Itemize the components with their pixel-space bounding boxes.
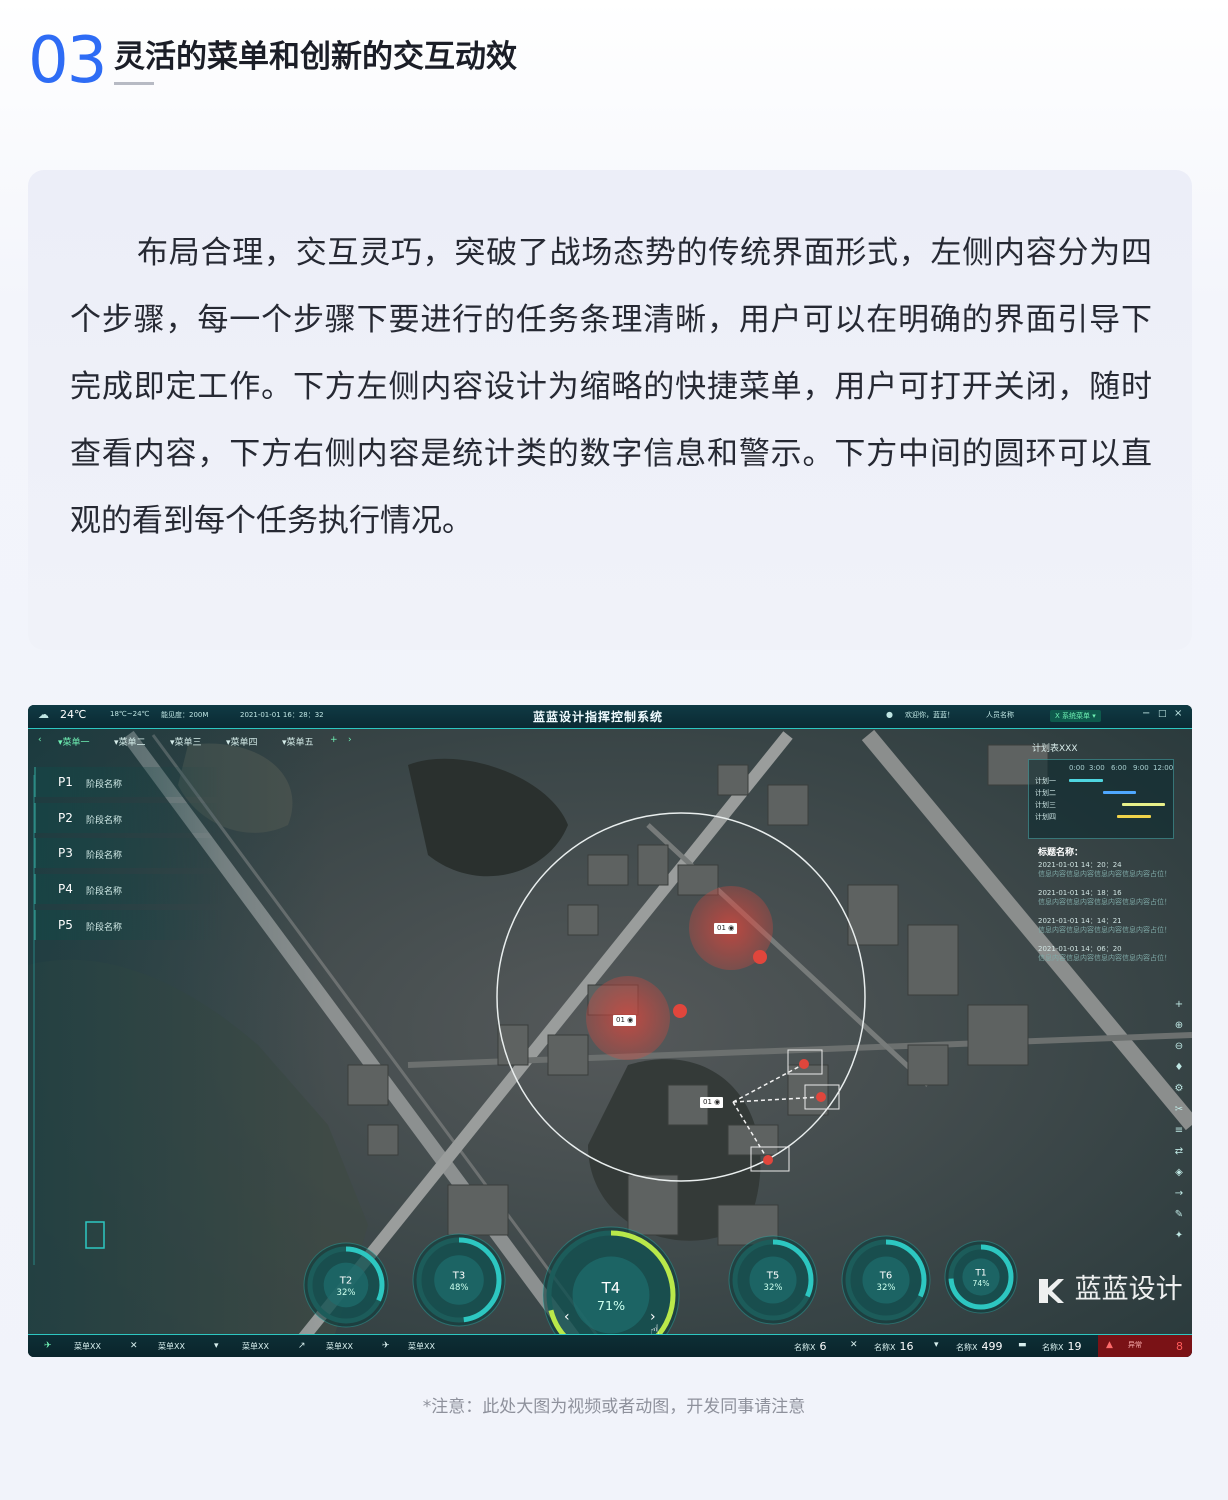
stat-item: 名称X 19 <box>1042 1340 1082 1353</box>
task-ring-t6[interactable]: T632% <box>841 1235 931 1325</box>
task-name: T3 <box>452 1271 465 1282</box>
bottom-bar: ✈ 菜单XX ✕ 菜单XX ▾ 菜单XX ↗ 菜单XX ✈ 菜单XX 名称X 6 … <box>28 1334 1192 1357</box>
task-percent: 32% <box>764 1283 783 1293</box>
task-ring-t3[interactable]: T348% <box>412 1233 506 1327</box>
task-name: T5 <box>766 1271 779 1282</box>
task-name: T1 <box>974 1269 986 1279</box>
task-progress-rings: T232%T348% T471%T532%T632%T174% <box>303 1226 1018 1357</box>
rocket-icon[interactable]: ↗ <box>298 1341 306 1351</box>
task-name: T6 <box>879 1271 892 1282</box>
task-percent: 48% <box>450 1283 469 1293</box>
task-percent: 71% <box>597 1299 625 1314</box>
section-number: 03 <box>28 24 107 98</box>
truck-icon: ▬ <box>1018 1340 1027 1350</box>
task-percent: 32% <box>877 1283 896 1293</box>
task-name: T2 <box>339 1276 352 1287</box>
stat-item: 名称X 16 <box>874 1340 914 1353</box>
warning-icon: ▲ <box>1106 1340 1113 1350</box>
description-card: 布局合理，交互灵巧，突破了战场态势的传统界面形式，左侧内容分为四个步骤，每一个步… <box>28 170 1192 650</box>
alarm-label: 异常 <box>1128 1341 1142 1349</box>
brand-logo: 蓝蓝设计 <box>1036 1267 1183 1306</box>
bottom-menu-3[interactable]: 菜单XX <box>242 1341 269 1352</box>
signal-icon: ▾ <box>934 1340 939 1350</box>
bottom-menu-4[interactable]: 菜单XX <box>326 1341 353 1352</box>
logo-text: 蓝蓝设计 <box>1074 1274 1183 1305</box>
close-icon[interactable]: ✕ <box>130 1341 138 1351</box>
title-underline <box>114 82 154 85</box>
alarm-count: 8 <box>1176 1340 1183 1353</box>
plane-icon[interactable]: ✈ <box>44 1341 52 1351</box>
logo-mark-icon <box>1039 1278 1064 1303</box>
task-ring-t5[interactable]: T532% <box>728 1235 818 1325</box>
task-prev-button[interactable]: ‹ <box>564 1309 570 1325</box>
bottom-menu-2[interactable]: 菜单XX <box>158 1341 185 1352</box>
task-ring-t2[interactable]: T232% <box>303 1242 389 1328</box>
jet-icon[interactable]: ✈ <box>382 1341 390 1351</box>
command-system-screenshot: 01 ◉ 01 ◉ 01 ◉ ☁ 24℃ 18℃~24℃ 能见度：200M 20… <box>28 705 1192 1357</box>
task-ring-t1[interactable]: T174% <box>944 1240 1018 1314</box>
stat-item: 名称X 6 <box>794 1340 827 1353</box>
section-title: 灵活的菜单和创新的交互动效 <box>114 39 517 75</box>
close-icon: ✕ <box>850 1340 858 1350</box>
description-text: 布局合理，交互灵巧，突破了战场态势的传统界面形式，左侧内容分为四个步骤，每一个步… <box>70 235 1152 539</box>
video-note-caption: *注意：此处大图为视频或者动图，开发同事请注意 <box>422 1397 806 1417</box>
signal-icon[interactable]: ▾ <box>214 1341 219 1351</box>
task-percent: 32% <box>337 1288 356 1298</box>
bottom-menu-1[interactable]: 菜单XX <box>74 1341 101 1352</box>
bottom-menu-5[interactable]: 菜单XX <box>408 1341 435 1352</box>
task-percent: 74% <box>973 1279 990 1288</box>
alarm-stat[interactable]: ▲ 异常 8 <box>1098 1335 1192 1357</box>
stat-item: 名称X 499 <box>956 1340 1003 1353</box>
task-name: T4 <box>601 1279 621 1297</box>
